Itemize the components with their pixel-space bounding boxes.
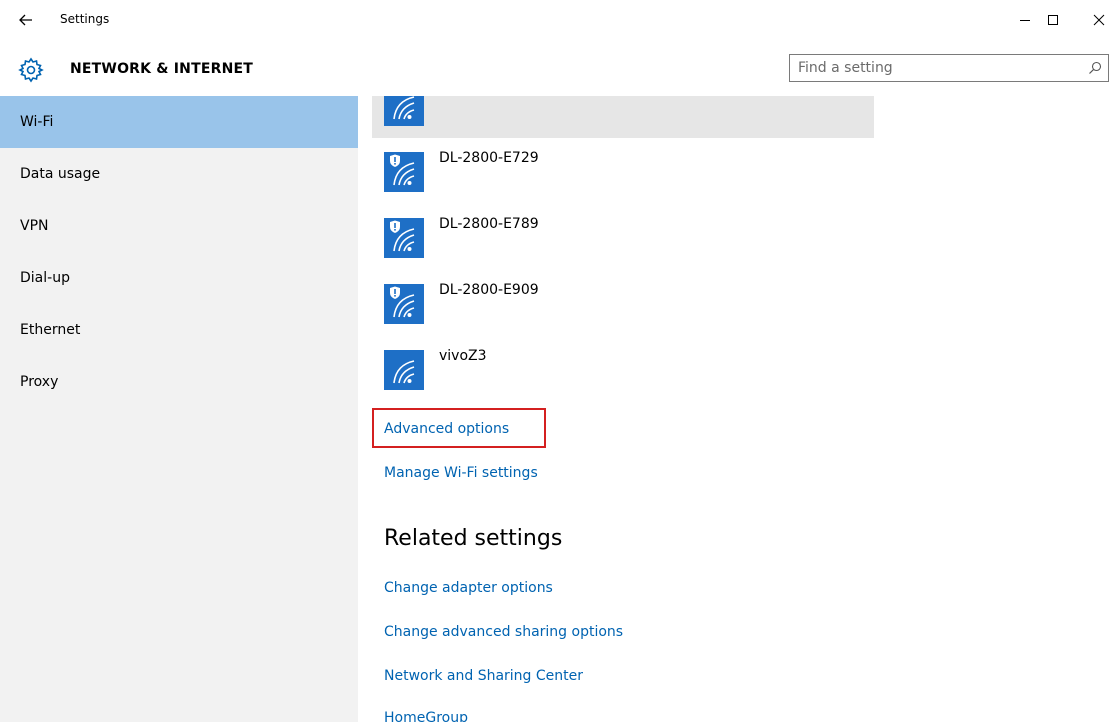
sidebar-item-label: Data usage — [20, 166, 101, 182]
maximize-icon — [1048, 15, 1058, 25]
sidebar-item-label: Dial-up — [20, 270, 70, 286]
network-name: vivoZ3 — [439, 348, 487, 364]
wifi-secured-icon — [390, 286, 415, 318]
network-name: DL-2800-E729 — [439, 150, 539, 166]
network-item-xzmm[interactable]: xzmm — [372, 96, 874, 138]
network-item-vivoz3[interactable]: vivoZ3 — [372, 338, 874, 402]
sidebar-item-ethernet[interactable]: Ethernet — [0, 304, 358, 356]
sidebar-item-label: Ethernet — [20, 322, 81, 338]
network-name: DL-2800-E789 — [439, 216, 539, 232]
wifi-signal-icon — [393, 360, 415, 384]
search-icon[interactable] — [1088, 61, 1102, 75]
network-name: DL-2800-E909 — [439, 282, 539, 298]
close-button[interactable] — [1076, 0, 1111, 40]
wifi-network-tile — [384, 152, 424, 192]
wifi-secured-icon — [390, 220, 415, 252]
manage-wifi-settings-link[interactable]: Manage Wi-Fi settings — [384, 465, 538, 481]
sidebar-item-dial-up[interactable]: Dial-up — [0, 252, 358, 304]
wifi-network-tile — [384, 350, 424, 390]
search-input[interactable] — [789, 54, 1109, 82]
wifi-network-tile — [384, 218, 424, 258]
network-item-dl-2800-e789[interactable]: DL-2800-E789 — [372, 206, 874, 270]
network-and-sharing-center-link[interactable]: Network and Sharing Center — [384, 668, 583, 684]
wifi-secured-icon — [390, 154, 415, 186]
main-content: xzmm DL-2800-E729 — [358, 96, 1111, 722]
back-button[interactable] — [14, 8, 38, 32]
wifi-network-tile — [384, 96, 424, 126]
title-bar: Settings — [0, 0, 1111, 40]
sidebar-item-label: Wi-Fi — [20, 114, 54, 130]
change-advanced-sharing-options-link[interactable]: Change advanced sharing options — [384, 624, 623, 640]
related-settings-heading: Related settings — [384, 526, 563, 551]
homegroup-link[interactable]: HomeGroup — [384, 710, 468, 722]
page-title: NETWORK & INTERNET — [70, 61, 254, 77]
sidebar-item-wifi[interactable]: Wi-Fi — [0, 96, 358, 148]
close-icon — [1093, 14, 1105, 26]
network-name: xzmm — [439, 96, 482, 100]
sidebar-item-vpn[interactable]: VPN — [0, 200, 358, 252]
network-item-dl-2800-e909[interactable]: DL-2800-E909 — [372, 272, 874, 336]
sidebar-item-label: Proxy — [20, 374, 59, 390]
network-item-dl-2800-e729[interactable]: DL-2800-E729 — [372, 140, 874, 204]
change-adapter-options-link[interactable]: Change adapter options — [384, 580, 553, 596]
wifi-network-tile — [384, 284, 424, 324]
sidebar-item-label: VPN — [20, 218, 49, 234]
sidebar-item-data-usage[interactable]: Data usage — [0, 148, 358, 200]
settings-header: NETWORK & INTERNET — [0, 40, 1111, 96]
back-arrow-icon — [19, 14, 32, 26]
maximize-button[interactable] — [1030, 0, 1076, 40]
window-title: Settings — [60, 12, 110, 26]
gear-icon — [18, 57, 44, 83]
wifi-signal-icon — [393, 96, 415, 120]
advanced-options-link[interactable]: Advanced options — [384, 421, 509, 437]
sidebar-item-proxy[interactable]: Proxy — [0, 356, 358, 408]
sidebar-nav: Wi-Fi Data usage VPN Dial-up Ethernet Pr… — [0, 96, 358, 722]
